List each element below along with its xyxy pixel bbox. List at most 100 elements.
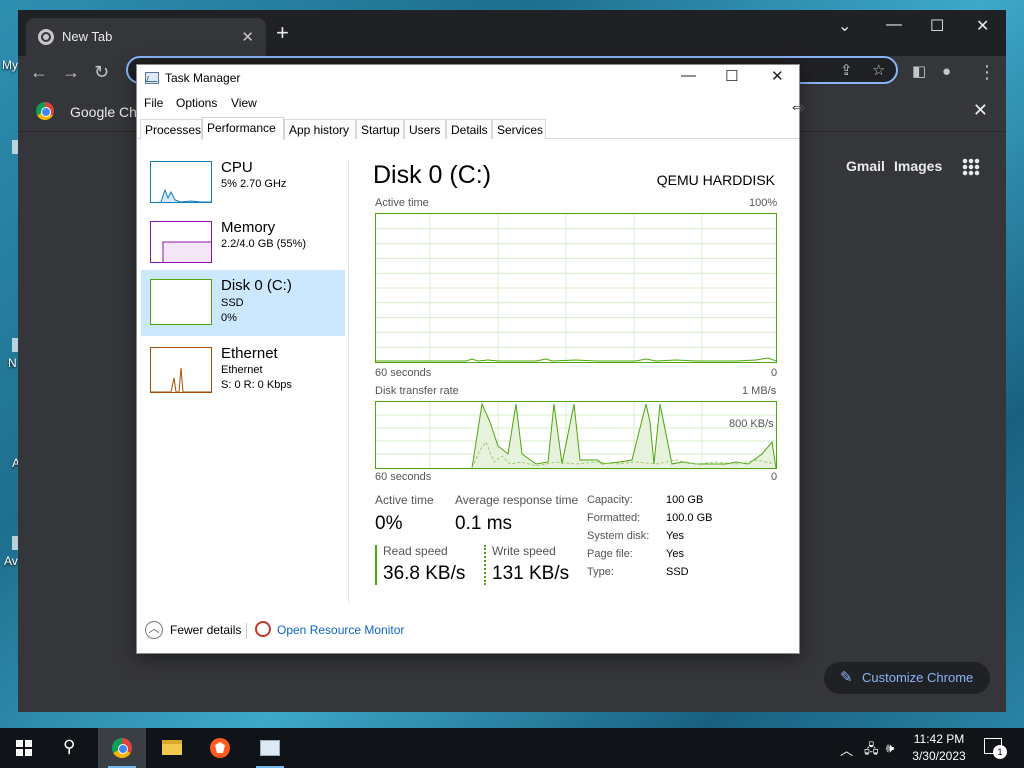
active-time-graph-time: 60 seconds bbox=[375, 367, 432, 379]
sidebar-ethernet-name: Ethernet bbox=[221, 345, 278, 362]
tab-services[interactable]: Services bbox=[492, 119, 546, 139]
prop-formatted-key: Formatted: bbox=[587, 512, 641, 524]
prop-page-file-key: Page file: bbox=[587, 548, 633, 560]
taskbar: ⚲ ︿ 🖧 🕪 11:42 PM 3/30/2023 1 bbox=[0, 728, 1024, 768]
clock-date[interactable]: 3/30/2023 bbox=[908, 749, 970, 763]
back-icon[interactable]: ← bbox=[30, 59, 48, 85]
windows-logo-icon bbox=[16, 740, 32, 756]
chevron-up-icon[interactable]: ︿ bbox=[145, 621, 163, 639]
taskbar-file-explorer[interactable] bbox=[148, 728, 196, 768]
images-link[interactable]: Images bbox=[894, 158, 942, 174]
prop-system-disk-key: System disk: bbox=[587, 530, 650, 542]
search-button[interactable]: ⚲ bbox=[48, 728, 96, 768]
reload-icon[interactable]: ↻ bbox=[94, 59, 109, 85]
customize-chrome-button[interactable]: ✎ Customize Chrome bbox=[824, 662, 990, 694]
read-speed-marker bbox=[375, 545, 377, 585]
disk-detail-title: Disk 0 (C:) bbox=[373, 161, 492, 189]
network-icon[interactable]: 🖧 bbox=[864, 740, 879, 762]
desktop-label-n[interactable]: N bbox=[8, 356, 17, 370]
tab-search-icon[interactable]: ⌄ bbox=[838, 16, 851, 36]
transfer-rate-graph-time: 60 seconds bbox=[375, 471, 432, 483]
google-apps-icon[interactable] bbox=[962, 158, 980, 176]
tab-title: New Tab bbox=[62, 29, 113, 44]
close-icon[interactable]: ✕ bbox=[976, 16, 989, 36]
menu-file[interactable]: File bbox=[144, 96, 163, 110]
tab-processes[interactable]: Processes bbox=[140, 119, 202, 139]
prop-system-disk-value: Yes bbox=[666, 530, 684, 542]
chrome-titlebar: New Tab ✕ + ⌄ — ☐ ✕ bbox=[18, 10, 1006, 56]
folder-icon bbox=[162, 740, 182, 755]
stat-active-time-value: 0% bbox=[375, 513, 403, 534]
active-time-graph-label: Active time bbox=[375, 197, 429, 209]
fewer-details-link[interactable]: Fewer details bbox=[170, 623, 241, 637]
forward-icon[interactable]: → bbox=[62, 59, 80, 85]
tab-details[interactable]: Details bbox=[446, 119, 492, 139]
sidebar-disk-name: Disk 0 (C:) bbox=[221, 277, 292, 294]
open-resource-monitor-link[interactable]: Open Resource Monitor bbox=[277, 623, 404, 637]
bookmark-star-icon[interactable]: ☆ bbox=[872, 58, 885, 84]
task-manager-app-icon bbox=[145, 72, 159, 84]
desktop-label-my[interactable]: My bbox=[2, 58, 18, 72]
clock-time[interactable]: 11:42 PM bbox=[908, 732, 970, 746]
ethernet-sparkline-svg bbox=[151, 367, 211, 392]
stat-avg-response-value: 0.1 ms bbox=[455, 513, 513, 534]
ethernet-sparkline bbox=[150, 347, 212, 393]
tray-chevron-up-icon[interactable]: ︿ bbox=[840, 740, 853, 759]
taskbar-task-manager[interactable] bbox=[246, 728, 294, 768]
tab-users[interactable]: Users bbox=[404, 119, 446, 139]
sidebar-item-disk[interactable]: Disk 0 (C:) SSD 0% bbox=[141, 270, 345, 336]
tm-close-icon[interactable]: ✕ bbox=[771, 67, 784, 85]
bar-close-icon[interactable]: ✕ bbox=[973, 100, 988, 121]
sidebar-cpu-sub: 5% 2.70 GHz bbox=[221, 178, 287, 190]
tm-maximize-icon[interactable]: ☐ bbox=[725, 67, 738, 85]
tab-performance[interactable]: Performance bbox=[202, 117, 284, 140]
tab-new-tab[interactable]: New Tab ✕ bbox=[26, 18, 266, 56]
profile-icon[interactable]: ● bbox=[942, 59, 951, 85]
footer-divider bbox=[246, 623, 247, 639]
stat-write-speed-value: 131 KB/s bbox=[492, 563, 570, 584]
sidebar-divider bbox=[348, 161, 349, 603]
transfer-rate-graph-min: 0 bbox=[771, 471, 778, 483]
pencil-icon: ✎ bbox=[840, 669, 853, 686]
cpu-sparkline bbox=[150, 161, 212, 203]
tab-startup[interactable]: Startup bbox=[356, 119, 404, 139]
gmail-link[interactable]: Gmail bbox=[846, 158, 885, 174]
prop-capacity-key: Capacity: bbox=[587, 494, 633, 506]
maximize-icon[interactable]: ☐ bbox=[930, 16, 944, 36]
stat-read-speed-label: Read speed bbox=[383, 544, 448, 558]
sidebar-cpu-name: CPU bbox=[221, 159, 253, 176]
transfer-rate-graph-label: Disk transfer rate bbox=[375, 385, 459, 397]
share-icon[interactable]: ⇪ bbox=[840, 58, 853, 84]
taskbar-brave[interactable] bbox=[196, 728, 244, 768]
chrome-icon bbox=[112, 738, 132, 758]
sidebar-ethernet-sub2: S: 0 R: 0 Kbps bbox=[221, 379, 292, 391]
stat-avg-response-label: Average response time bbox=[455, 493, 579, 507]
stat-write-speed-label: Write speed bbox=[492, 544, 556, 558]
side-panel-icon[interactable]: ◧ bbox=[912, 59, 926, 85]
taskbar-chrome[interactable] bbox=[98, 728, 146, 768]
menu-kebab-icon[interactable]: ⋮ bbox=[978, 59, 996, 85]
active-time-graph-max: 100% bbox=[749, 197, 778, 209]
menu-view[interactable]: View bbox=[231, 96, 257, 110]
tm-minimize-icon[interactable]: — bbox=[681, 67, 696, 84]
tab-close-icon[interactable]: ✕ bbox=[241, 28, 254, 46]
active-time-graph-svg bbox=[376, 214, 776, 362]
new-tab-button[interactable]: + bbox=[276, 22, 289, 44]
task-manager-window: Task Manager — ☐ ✕ File Options View Pro… bbox=[136, 64, 800, 654]
stat-read-speed-value: 36.8 KB/s bbox=[383, 563, 466, 584]
bookmark-google-chrome[interactable]: Google Chr bbox=[70, 104, 142, 120]
cpu-sparkline-svg bbox=[158, 188, 211, 202]
start-button[interactable] bbox=[0, 728, 48, 768]
sidebar-item-cpu[interactable]: CPU 5% 2.70 GHz bbox=[141, 157, 345, 221]
volume-icon[interactable]: 🕪 bbox=[886, 740, 894, 756]
tab-app-history[interactable]: App history bbox=[284, 119, 356, 139]
chrome-favicon-icon bbox=[38, 29, 54, 45]
resource-monitor-icon bbox=[255, 621, 271, 637]
minimize-icon[interactable]: — bbox=[886, 16, 902, 34]
menu-options[interactable]: Options bbox=[176, 96, 217, 110]
disk-sparkline bbox=[150, 279, 212, 325]
sidebar-item-ethernet[interactable]: Ethernet Ethernet S: 0 R: 0 Kbps bbox=[141, 343, 345, 407]
desktop-label-av[interactable]: Av bbox=[4, 554, 18, 568]
sidebar-disk-sub2: 0% bbox=[221, 312, 237, 324]
memory-sparkline bbox=[150, 221, 212, 263]
